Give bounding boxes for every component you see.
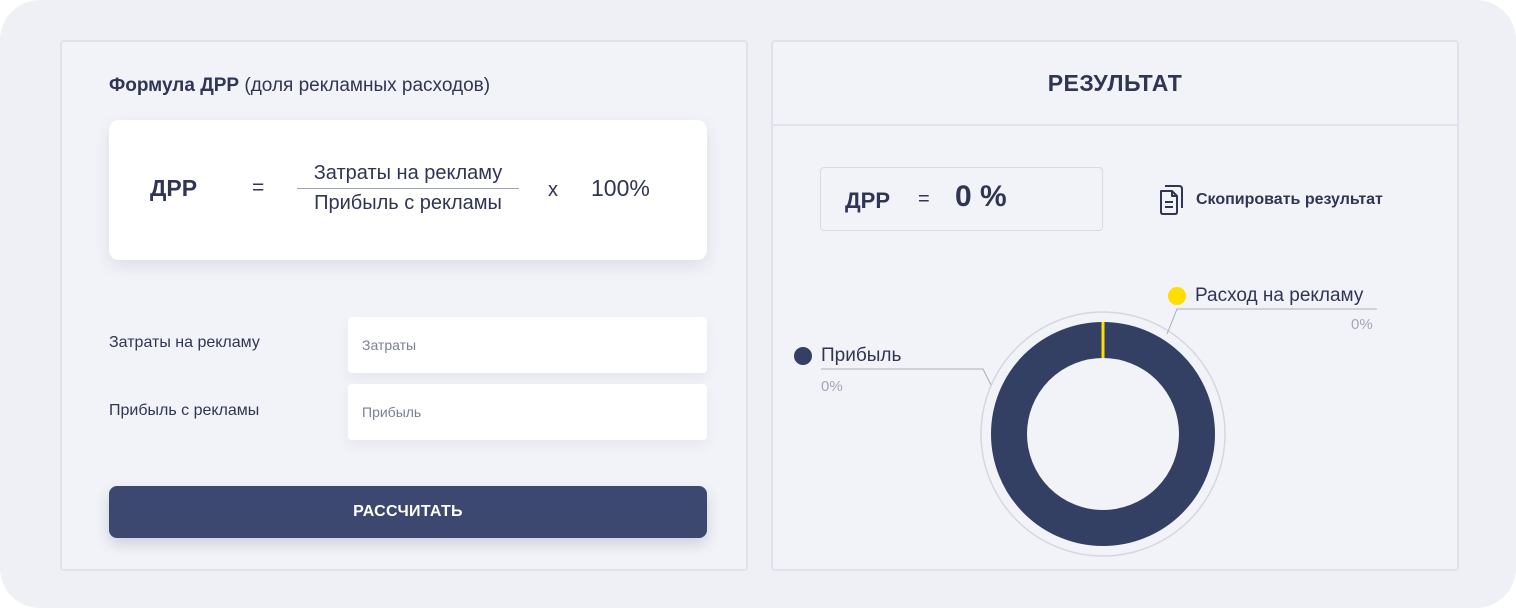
formula-numerator: Затраты на рекламу xyxy=(313,162,503,184)
formula-heading-bold: Формула ДРР xyxy=(109,75,240,96)
formula-heading-rest: (доля рекламных расходов) xyxy=(244,75,491,96)
legend-label-profit: Прибыль xyxy=(821,345,902,366)
ad-profit-label: Прибыль с рекламы xyxy=(109,402,260,419)
formula-heading: Формула ДРР (доля рекламных расходов) xyxy=(109,75,490,97)
formula-lhs: ДРР xyxy=(150,175,198,201)
formula-equals: = xyxy=(252,176,265,199)
formula-times: x xyxy=(548,179,558,201)
formula-multiplier: 100% xyxy=(591,175,650,201)
ad-profit-input[interactable] xyxy=(348,384,707,440)
page-background: Формула ДРР (доля рекламных расходов) ДР… xyxy=(0,0,1516,608)
legend-dot-profit xyxy=(794,347,812,365)
legend-dot-ad-spend xyxy=(1168,287,1186,305)
calculator-panel: Формула ДРР (доля рекламных расходов) ДР… xyxy=(60,40,748,571)
calculate-button[interactable]: РАССЧИТАТЬ xyxy=(109,486,707,538)
result-panel: РЕЗУЛЬТАТ ДРР = 0 % Скопировать результа… xyxy=(771,40,1459,571)
legend-label-ad-spend: Расход на рекламу xyxy=(1195,285,1364,306)
chart-slice-profit xyxy=(991,322,1215,546)
ad-spend-input[interactable] xyxy=(348,317,707,373)
leader-line-profit xyxy=(821,368,992,386)
leader-line-ad-spend xyxy=(1166,308,1377,335)
formula-card: ДРР = Затраты на рекламу Прибыль с рекла… xyxy=(109,120,707,260)
formula-denominator: Прибыль с рекламы xyxy=(314,192,502,214)
formula-fraction: Затраты на рекламу Прибыль с рекламы xyxy=(297,160,519,216)
fraction-line xyxy=(297,188,519,189)
legend-pct-ad-spend: 0% xyxy=(1351,316,1373,333)
legend-pct-profit: 0% xyxy=(821,378,843,395)
ad-spend-label: Затраты на рекламу xyxy=(109,334,260,351)
